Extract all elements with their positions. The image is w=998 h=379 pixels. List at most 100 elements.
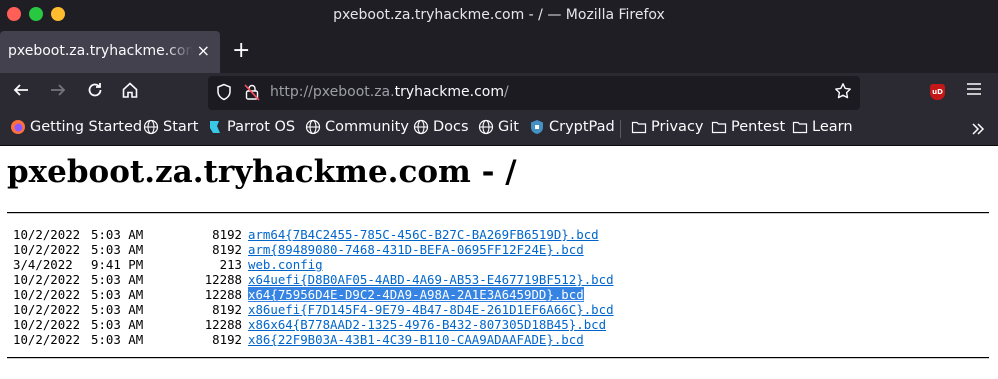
- page-title: pxeboot.za.tryhackme.com - /: [7, 154, 517, 190]
- arrow-right-icon: [51, 84, 66, 96]
- bookmark-start[interactable]: Start: [143, 119, 198, 135]
- file-date: 10/2/2022: [13, 227, 81, 242]
- folder-icon: [711, 119, 727, 135]
- bookmark-git[interactable]: Git: [478, 119, 519, 135]
- firefox-icon: [10, 119, 26, 135]
- file-row: 10/2/2022 5:03 AM 12288 x86x64{B778AAD2-132…: [13, 317, 614, 332]
- url-host: tryhackme.com: [394, 84, 504, 100]
- file-date: 10/2/2022: [13, 332, 81, 347]
- bookmark-folder-pentest[interactable]: Pentest: [711, 119, 785, 135]
- file-link[interactable]: x86x64{B778AAD2-1325-4976-B432-807305D18…: [248, 317, 606, 332]
- new-tab-button[interactable]: +: [232, 38, 250, 63]
- file-link-cell: arm{89489080-7468-431D-BEFA-0695FF12F24E…: [248, 242, 584, 257]
- directory-listing: 10/2/2022 5:03 AM 8192 arm64{7B4C2455-785C-…: [13, 227, 614, 347]
- file-size: 8192: [212, 227, 242, 242]
- file-time: 5:03 AM: [91, 272, 144, 287]
- folder-icon: [631, 119, 647, 135]
- file-row: 10/2/2022 5:03 AM 8192 x86{22F9B03A-43B1-4C…: [13, 332, 614, 347]
- file-row: 10/2/2022 5:03 AM 8192 arm64{7B4C2455-785C-…: [13, 227, 614, 242]
- url-text[interactable]: http://pxeboot.za.tryhackme.com/: [270, 84, 509, 100]
- bookmark-community[interactable]: Community: [305, 119, 409, 135]
- bookmark-label: CryptPad: [549, 119, 615, 135]
- url-prefix: http://pxeboot.za.: [270, 84, 395, 100]
- file-date: 3/4/2022: [13, 257, 73, 272]
- navigation-toolbar: http://pxeboot.za.tryhackme.com/ uD: [0, 73, 998, 113]
- bookmark-label: Pentest: [731, 119, 786, 135]
- globe-icon: [413, 119, 429, 135]
- file-time: 5:03 AM: [91, 287, 144, 302]
- bookmark-folder-privacy[interactable]: Privacy: [631, 119, 704, 135]
- bookmark-label: Privacy: [651, 119, 704, 135]
- address-bar[interactable]: http://pxeboot.za.tryhackme.com/: [208, 76, 860, 110]
- parrot-icon: [207, 119, 223, 135]
- file-link[interactable]: web.config: [248, 257, 323, 272]
- bookmark-star-icon[interactable]: [834, 82, 852, 105]
- file-row: 10/2/2022 5:03 AM 12288 x64uefi{D8B0AF05-4A…: [13, 272, 614, 287]
- file-link-cell: web.config: [248, 257, 323, 272]
- bookmarks-toolbar: Getting Started Start Parrot OS Communit…: [0, 113, 998, 146]
- divider: [7, 212, 989, 214]
- file-link-cell: x86{22F9B03A-43B1-4C39-B110-CAA9ADAAFADE…: [248, 332, 584, 347]
- window-titlebar: pxeboot.za.tryhackme.com - / — Mozilla F…: [0, 0, 998, 31]
- file-date: 10/2/2022: [13, 272, 81, 287]
- bookmarks-separator: [620, 120, 621, 138]
- tab-strip: pxeboot.za.tryhackme.com - / × +: [0, 31, 998, 73]
- chevron-double-right-icon[interactable]: [970, 117, 986, 142]
- window-title: pxeboot.za.tryhackme.com - / — Mozilla F…: [333, 7, 665, 23]
- file-time: 5:03 AM: [91, 242, 144, 257]
- bookmark-label: Parrot OS: [227, 119, 296, 135]
- bookmark-label: Learn: [812, 119, 853, 135]
- globe-icon: [478, 119, 494, 135]
- tab-close-icon[interactable]: ×: [197, 41, 210, 60]
- bookmark-cryptpad[interactable]: CryptPad: [529, 119, 615, 135]
- file-link[interactable]: x86{22F9B03A-43B1-4C39-B110-CAA9ADAAFADE…: [248, 332, 584, 347]
- file-link-cell: x86uefi{F7D145F4-9E79-4B47-8D4E-261D1EF6…: [248, 302, 614, 317]
- file-size: 12288: [204, 317, 242, 332]
- reload-icon: [88, 83, 102, 97]
- bookmark-label: Git: [498, 119, 519, 135]
- file-size: 8192: [212, 302, 242, 317]
- globe-icon: [305, 119, 321, 135]
- file-size: 12288: [204, 272, 242, 287]
- file-link[interactable]: arm64{7B4C2455-785C-456C-B27C-BA269FB651…: [248, 227, 599, 242]
- file-date: 10/2/2022: [13, 302, 81, 317]
- arrow-left-icon: [13, 84, 28, 96]
- bookmark-label: Docs: [433, 119, 469, 135]
- file-time: 5:03 AM: [91, 302, 144, 317]
- file-row: 10/2/2022 5:03 AM 8192 arm{89489080-7468-43…: [13, 242, 614, 257]
- file-time: 9:41 PM: [91, 257, 144, 272]
- file-link[interactable]: x64uefi{D8B0AF05-4ABD-4A69-AB53-E467719B…: [248, 272, 614, 287]
- ublock-origin-icon[interactable]: uD: [930, 84, 945, 100]
- insecure-lock-icon[interactable]: [244, 83, 260, 101]
- bookmark-label: Community: [325, 119, 409, 135]
- tab-active[interactable]: pxeboot.za.tryhackme.com - / ×: [0, 31, 220, 73]
- home-button[interactable]: [121, 81, 139, 104]
- file-time: 5:03 AM: [91, 332, 144, 347]
- bookmark-docs[interactable]: Docs: [413, 119, 469, 135]
- file-row: 3/4/2022 9:41 PM 213 web.config: [13, 257, 614, 272]
- file-row: 10/2/2022 5:03 AM 8192 x86uefi{F7D145F4-9E7…: [13, 302, 614, 317]
- file-size: 8192: [212, 332, 242, 347]
- file-date: 10/2/2022: [13, 242, 81, 257]
- back-button[interactable]: [12, 81, 30, 104]
- forward-button[interactable]: [49, 81, 67, 104]
- bookmark-label: Start: [163, 119, 199, 135]
- file-link[interactable]: x64{75956D4E-D9C2-4DA9-A98A-2A1E3A6459DD…: [248, 287, 584, 302]
- bookmark-folder-learn[interactable]: Learn: [792, 119, 853, 135]
- bookmark-getting-started[interactable]: Getting Started: [10, 119, 142, 135]
- reload-button[interactable]: [86, 81, 104, 104]
- file-time: 5:03 AM: [91, 317, 144, 332]
- file-link[interactable]: x86uefi{F7D145F4-9E79-4B47-8D4E-261D1EF6…: [248, 302, 614, 317]
- shield-icon[interactable]: [216, 83, 232, 101]
- file-date: 10/2/2022: [13, 287, 81, 302]
- hamburger-menu-icon[interactable]: [966, 81, 982, 102]
- divider: [7, 357, 989, 359]
- bookmark-parrot-os[interactable]: Parrot OS: [207, 119, 295, 135]
- file-link-cell: x86x64{B778AAD2-1325-4976-B432-807305D18…: [248, 317, 606, 332]
- globe-icon: [143, 119, 159, 135]
- file-link[interactable]: arm{89489080-7468-431D-BEFA-0695FF12F24E…: [248, 242, 584, 257]
- file-row: 10/2/2022 5:03 AM 12288 x64{75956D4E-D9C2-4…: [13, 287, 614, 302]
- file-size: 213: [219, 257, 242, 272]
- file-size: 8192: [212, 242, 242, 257]
- file-size: 12288: [204, 287, 242, 302]
